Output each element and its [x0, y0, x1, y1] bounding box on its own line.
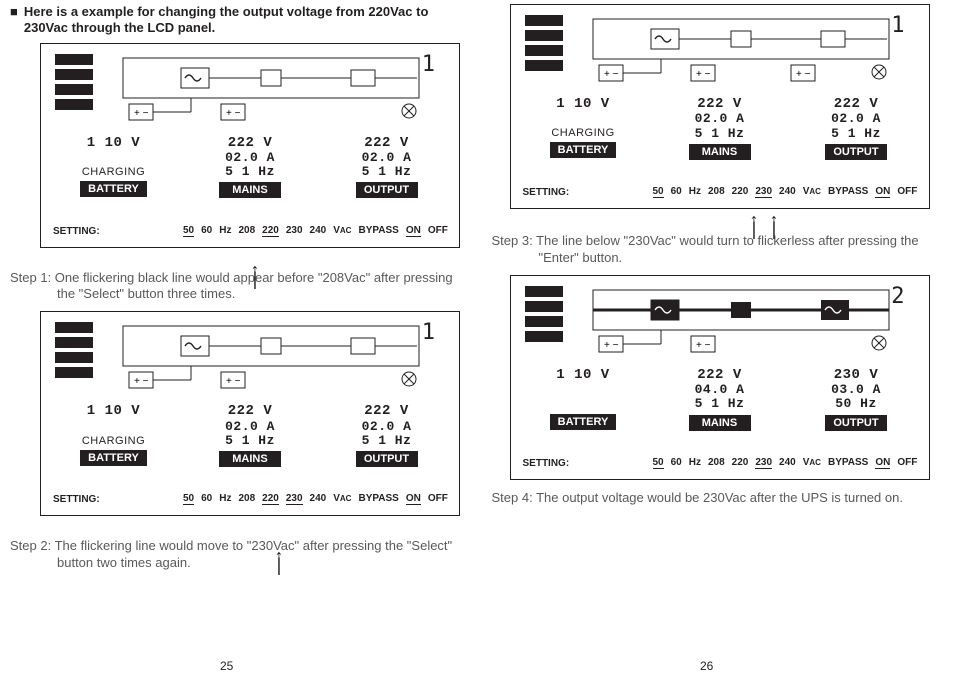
setting-row: SETTING: 50 60 Hz 208 220 230 240 VAC BY… [53, 225, 449, 237]
arrow-up-icon: ↑| [747, 216, 761, 234]
page-number-left: 25 [220, 659, 233, 673]
svg-text:+ −: + − [696, 69, 711, 80]
lcd-page-indicator: 1 [422, 52, 437, 77]
lcd-panel-3: 1 + − + − + − 1 10 V [510, 4, 930, 209]
svg-text:+ −: + − [696, 340, 711, 351]
page-number-right: 26 [700, 659, 713, 673]
circuit-diagram: + − + − + − [591, 17, 891, 87]
setting-label: SETTING: [53, 226, 183, 237]
step-2-text: Step 2: The flickering line would move t… [10, 538, 468, 572]
left-column: ■ Here is a example for changing the out… [10, 4, 468, 580]
output-current: 02.0 A [324, 151, 449, 165]
svg-text:+ −: + − [134, 376, 149, 387]
svg-text:+ −: + − [226, 376, 241, 387]
charging-label: CHARGING [51, 166, 176, 178]
battery-label: BATTERY [80, 181, 147, 197]
svg-text:+ −: + − [796, 69, 811, 80]
output-freq: 5 1 Hz [324, 165, 449, 179]
lcd-panel-2: 1 + − + − 1 10 V CHARGIN [40, 311, 460, 516]
svg-text:+ −: + − [134, 108, 149, 119]
mains-voltage: 222 V [188, 136, 313, 151]
right-column: 1 + − + − + − 1 10 V [492, 4, 950, 580]
svg-text:+ −: + − [226, 108, 241, 119]
readings-row: 1 10 V CHARGING BATTERY 222 V 02.0 A 5 1… [51, 136, 449, 199]
svg-text:+ −: + − [604, 340, 619, 351]
output-label: OUTPUT [356, 182, 418, 198]
circuit-diagram: + − + − [591, 288, 891, 358]
circuit-diagram: + − + − [121, 324, 421, 394]
lcd-panel-1: 1 + − + − [40, 43, 460, 248]
svg-text:+ −: + − [604, 69, 619, 80]
mains-label: MAINS [219, 182, 281, 198]
circuit-diagram: + − + − [121, 56, 421, 126]
battery-voltage: 1 10 V [51, 136, 176, 151]
bullet-icon: ■ [10, 4, 18, 37]
lcd-panel-4: 2 + − + − [510, 275, 930, 480]
mains-freq: 5 1 Hz [188, 165, 313, 179]
intro-block: ■ Here is a example for changing the out… [10, 4, 468, 37]
step-4-text: Step 4: The output voltage would be 230V… [492, 490, 950, 507]
arrow-up-icon: ↑| [767, 216, 781, 234]
battery-bars [55, 54, 93, 110]
step-1-text: Step 1: One flickering black line would … [10, 270, 468, 304]
arrow-up-icon: ↑| [272, 552, 286, 570]
output-voltage: 222 V [324, 136, 449, 151]
intro-text: Here is a example for changing the outpu… [24, 4, 468, 37]
mains-current: 02.0 A [188, 151, 313, 165]
arrow-up-icon: ↑| [248, 266, 262, 284]
step-3-text: Step 3: The line below "230Vac" would tu… [492, 233, 950, 267]
